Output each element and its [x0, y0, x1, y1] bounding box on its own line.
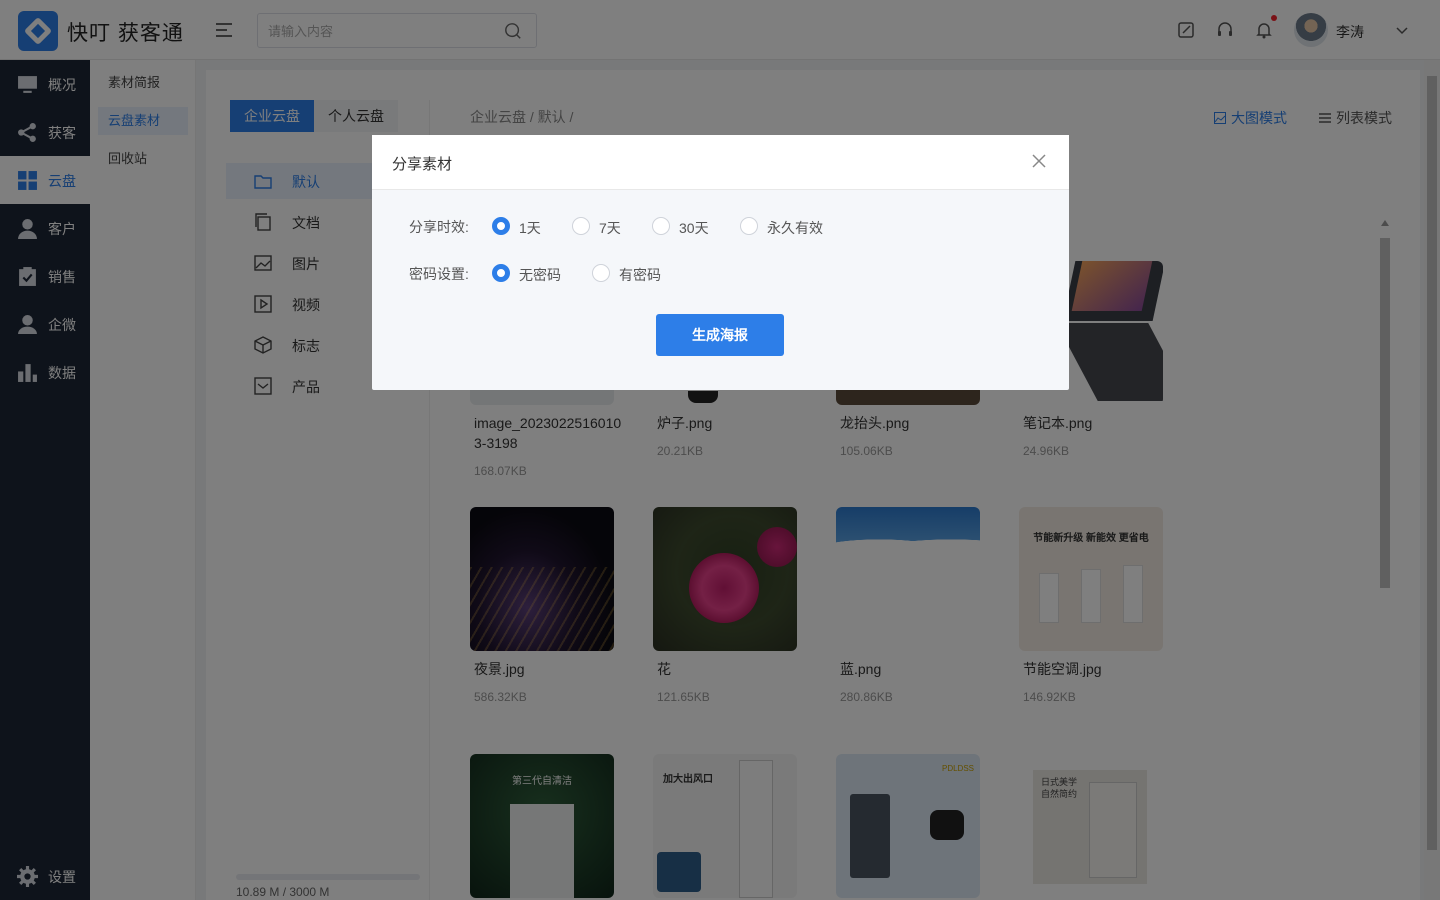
share-material-dialog: 分享素材 分享时效: 1天 7天 30天 永久有效 密码设置: 无密码 有密码 …: [372, 135, 1069, 390]
validity-label: 分享时效:: [409, 219, 469, 235]
dialog-header: 分享素材: [372, 135, 1069, 190]
dialog-title: 分享素材: [392, 156, 453, 173]
close-icon[interactable]: [1031, 153, 1047, 169]
password-label: 密码设置:: [409, 266, 469, 282]
generate-poster-button[interactable]: 生成海报: [656, 314, 784, 356]
